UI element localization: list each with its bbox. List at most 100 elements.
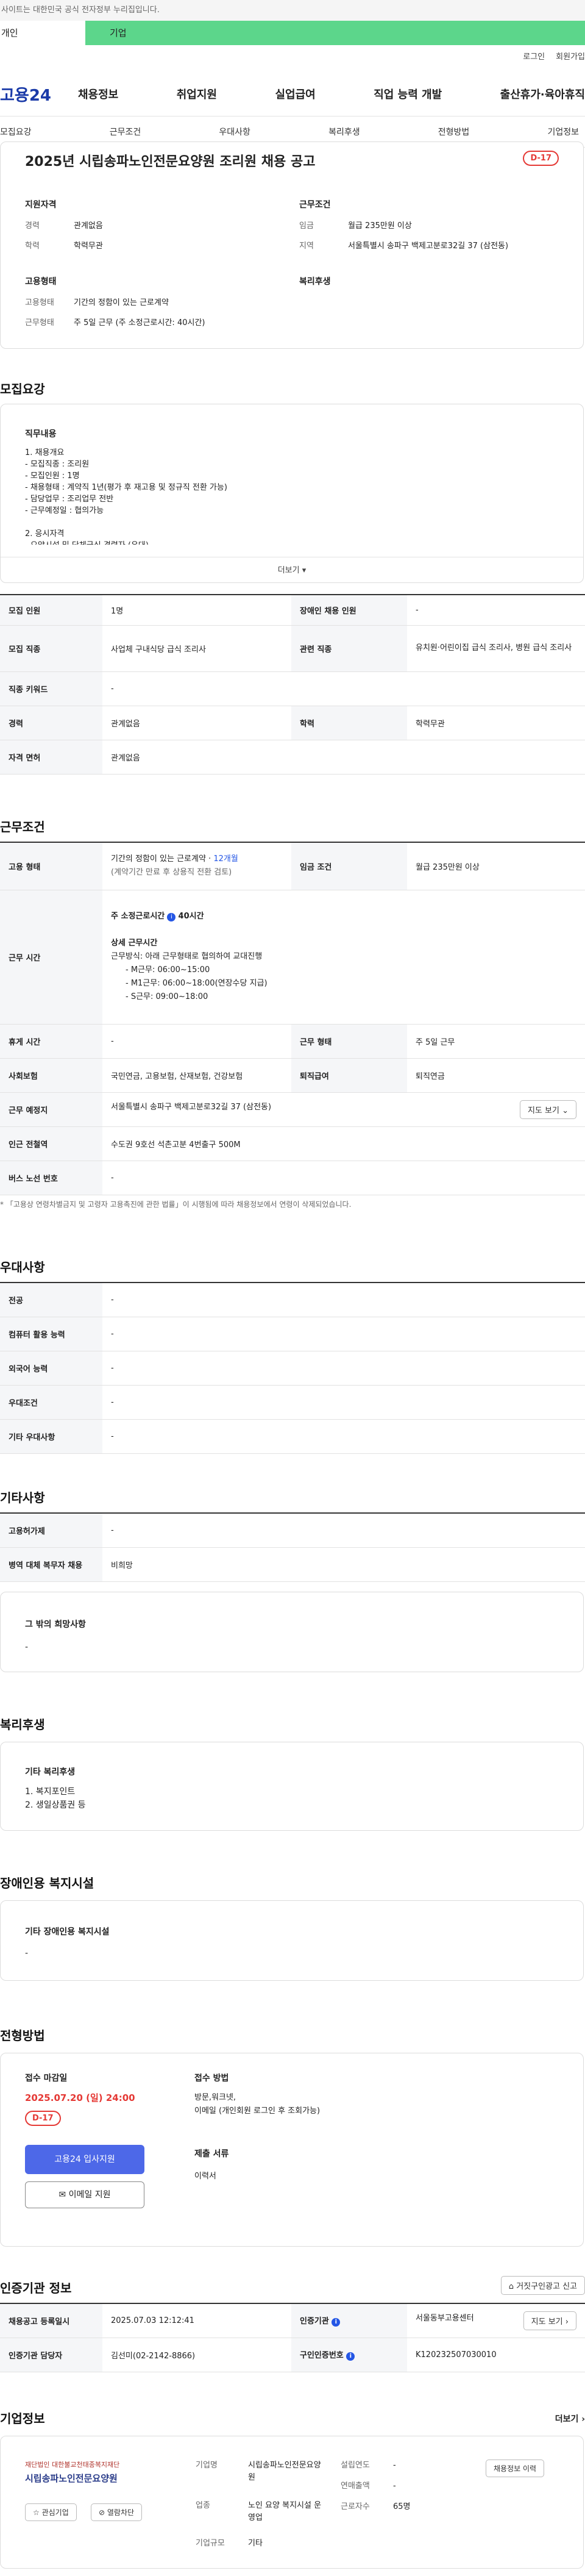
block-icon: ⊘ (99, 2508, 105, 2517)
cell-value: 주 5일 근무 (407, 1024, 585, 1059)
gnb-parental-leave[interactable]: 출산휴가·육아휴직 (500, 86, 585, 102)
duty-line: 2. 응시자격 (25, 529, 65, 538)
company-sales: - (393, 2481, 396, 2491)
duty-line (25, 517, 549, 528)
info-key: 기업명 (196, 2461, 218, 2470)
dday-badge: D-17 (25, 2111, 61, 2126)
cell-key: 근무 시간 (0, 890, 102, 1025)
cell-value: 퇴직연금 (407, 1058, 585, 1093)
duty-line: - 요양시설 및 단체급식 경력자 (우대) (25, 540, 549, 545)
cell-key: 경력 (0, 706, 102, 740)
cond-value: 월급 235만원 이상 (348, 221, 412, 231)
company-name: 시립송파노인전문요양원 (248, 2461, 321, 2482)
block-view-button[interactable]: ⊘ 열람차단 (91, 2503, 143, 2521)
weekly-hours-value: 40시간 (178, 912, 204, 921)
welfare-item: 1. 복지포인트 (25, 1787, 76, 1797)
gnb-skill-dev[interactable]: 직업 능력 개발 (374, 86, 442, 102)
duty-content: 1. 채용개요 - 모집직종 : 조리원 - 모집인원 : 1명 - 채용형태 : 계… (25, 447, 549, 545)
recruit-section-title: 모집요강 (0, 382, 45, 396)
cell-value: 2025.07.03 12:12:41 (102, 2303, 291, 2338)
company-size: 기타 (248, 2539, 263, 2548)
docs-title: 제출 서류 (194, 2149, 229, 2159)
gnb-jobs[interactable]: 채용정보 (78, 86, 118, 102)
duty-card: 직무내용 1. 채용개요 - 모집직종 : 조리원 - 모집인원 : 1명 - 채용형… (0, 404, 584, 583)
cell-value: - (102, 1385, 585, 1420)
qual-key: 학력 (25, 242, 40, 251)
anchor-welfare[interactable]: 복리후생 (328, 126, 360, 138)
agency-key-label: 인증기관 (300, 2317, 329, 2327)
apply-button[interactable]: 고용24 입사지원 (25, 2145, 144, 2174)
company-info-col1: 기업명 시립송파노인전문요양원 업종 노인 요양 복지시설 운영업 기업규모 기타 (196, 2460, 327, 2550)
cell-key: 기타 우대사항 (0, 1419, 102, 1454)
method-values: 방문,워크넷, 이메일 (개인회원 로그인 후 조회가능) (194, 2091, 320, 2118)
emp-value: 기간의 정함이 있는 근로계약 (74, 298, 169, 307)
report-fake-ad-button[interactable]: ⌂ 거짓구인광고 신고 (500, 2276, 585, 2295)
cell-value: 서울동부고용센터 지도 보기 › (407, 2303, 585, 2338)
deadline-title: 접수 마감일 (25, 2073, 68, 2083)
chevron-down-icon: ⌄ (562, 1106, 569, 1115)
company-card: 재단법인 대한불교천태종복지재단 시립송파노인전문요양원 ☆ 관심기업 ⊘ 열람… (0, 2436, 584, 2569)
cell-key: 직종 키워드 (0, 671, 102, 706)
cell-key: 자격 면허 (0, 740, 102, 775)
anchor-recruit[interactable]: 모집요강 (0, 126, 32, 138)
duty-title: 직무내용 (25, 429, 57, 439)
cell-value: 관계없음 (102, 706, 291, 740)
favorite-label: 관심기업 (41, 2508, 69, 2517)
company-jobs-history-button[interactable]: 채용정보 이력 (486, 2460, 545, 2477)
cell-key: 장애인 채용 인원 (291, 594, 407, 626)
welfare-list: 1. 복지포인트 2. 생일상품권 등 (25, 1785, 86, 1812)
docs-value: 이력서 (194, 2172, 216, 2181)
cell-value: 월급 235만원 이상 (407, 842, 585, 890)
join-link[interactable]: 회원가입 (556, 50, 585, 62)
time-detail-line: - M근무: 06:00~15:00 (126, 965, 210, 975)
map-button[interactable]: 지도 보기 ⌄ (519, 1100, 576, 1119)
block-label: 열람차단 (107, 2508, 135, 2517)
anchor-company[interactable]: 기업정보 (547, 126, 579, 138)
more-button[interactable]: 더보기 ▾ (1, 557, 583, 584)
company-year: - (393, 2461, 396, 2470)
duty-line: - 모집직종 : 조리원 (25, 460, 90, 469)
emp-type-text: 기간의 정함이 있는 근로계약 · (111, 854, 214, 864)
anchor-selection[interactable]: 전형방법 (438, 126, 470, 138)
cell-key: 모집 인원 (0, 594, 102, 626)
time-detail-line: - S근무: 09:00~18:00 (126, 992, 208, 1001)
cell-key: 인증기관 담당자 (0, 2338, 102, 2372)
work-table: 고용 형태 기간의 정함이 있는 근로계약 · 12개월 (계약기간 만료 후 … (0, 842, 585, 1195)
disability-box-title: 기타 장애인용 복지시설 (25, 1927, 110, 1937)
emp-key: 근무형태 (25, 318, 54, 327)
gnb-unemployment-benefit[interactable]: 실업급여 (275, 86, 316, 102)
cond-value: 서울특별시 송파구 백제고분로32길 37 (삼전동) (348, 242, 509, 251)
tab-personal[interactable]: 개인 (0, 21, 85, 45)
site-logo[interactable]: 고용24 (0, 83, 73, 106)
tab-company[interactable]: 기업 (85, 21, 585, 45)
time-detail-line: 근무방식: 아래 근무형태로 협의하여 교대진행 (111, 952, 263, 961)
email-apply-button[interactable]: ✉ 이메일 지원 (25, 2181, 144, 2208)
cell-value: 국민연금, 고용보험, 산재보험, 건강보험 (102, 1058, 291, 1093)
dday-badge: D-17 (523, 151, 559, 166)
cell-key: 병역 대체 복무자 채용 (0, 1547, 102, 1582)
job-title: 2025년 시립송파노인전문요양원 조리원 채용 공고 (25, 154, 316, 170)
info-key: 업종 (196, 2501, 210, 2510)
cell-value: - (407, 594, 585, 626)
gnb-employment-support[interactable]: 취업지원 (177, 86, 217, 102)
report-label: 거짓구인광고 신고 (516, 2282, 577, 2291)
deadline-value: 2025.07.20 (일) 24:00 (25, 2092, 135, 2103)
login-link[interactable]: 로그인 (523, 50, 545, 62)
main-nav: 고용24 채용정보 취업지원 실업급여 직업 능력 개발 출산휴가·육아휴직 (0, 72, 585, 116)
info-icon[interactable]: i (332, 2318, 341, 2327)
anchor-work-conditions[interactable]: 근무조건 (110, 126, 141, 138)
cell-value: - (102, 1161, 585, 1195)
pref-section-title: 우대사항 (0, 1260, 45, 1275)
company-info-col2: 설립연도 - 연매출액 - 근로자수 65명 (341, 2460, 411, 2513)
cell-key: 외국어 능력 (0, 1351, 102, 1386)
agency-map-button[interactable]: 지도 보기 › (523, 2311, 576, 2330)
favorite-company-button[interactable]: ☆ 관심기업 (25, 2503, 77, 2521)
agency-table: 채용공고 등록일시 2025.07.03 12:12:41 인증기관 i 서울동… (0, 2303, 585, 2372)
cell-key: 모집 직종 (0, 625, 102, 672)
cell-value: 기간의 정함이 있는 근로계약 · 12개월 (계약기간 만료 후 상용직 전환… (102, 842, 291, 890)
info-icon[interactable]: i (167, 913, 176, 921)
duty-line: 1. 채용개요 (25, 448, 65, 457)
anchor-preference[interactable]: 우대사항 (219, 126, 250, 138)
info-icon[interactable]: i (346, 2352, 355, 2361)
company-more-link[interactable]: 더보기 › (555, 2413, 585, 2425)
